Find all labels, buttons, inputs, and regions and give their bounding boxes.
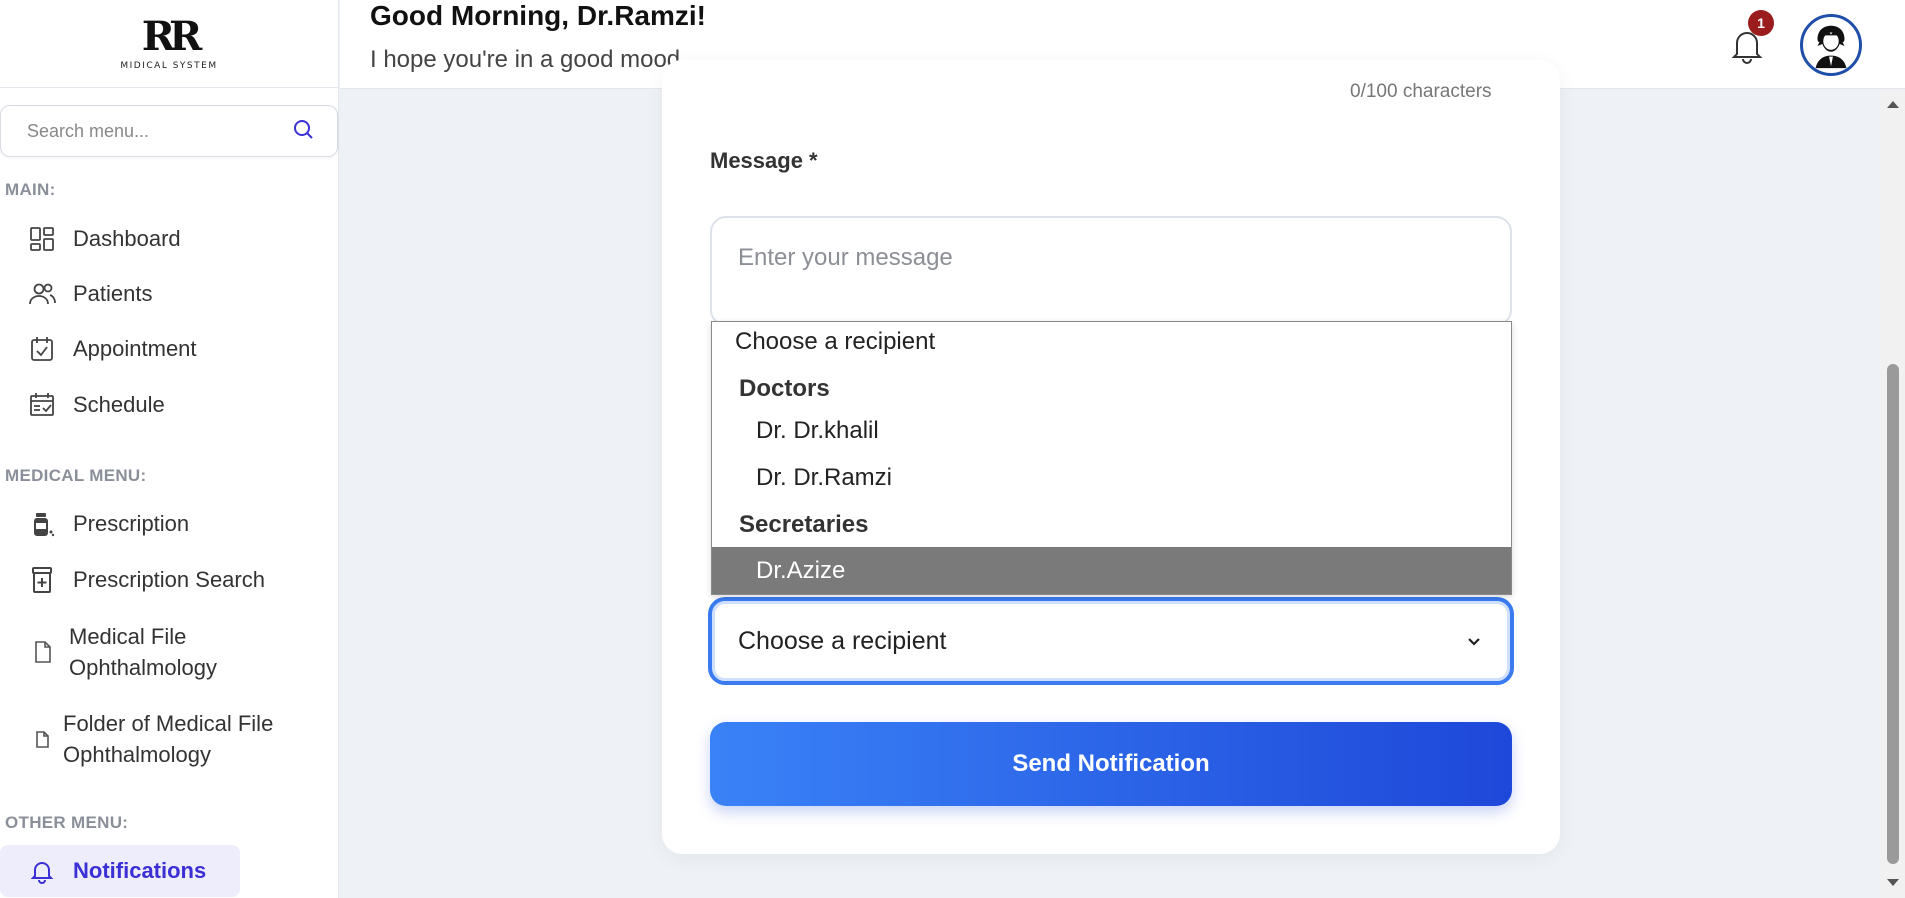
sidebar-item-label: Folder of Medical File Ophthalmology (63, 711, 274, 767)
bell-icon (27, 856, 57, 886)
search-icon[interactable] (291, 117, 315, 146)
sidebar-item-medical-file[interactable]: Medical File Ophthalmology (0, 620, 335, 684)
sidebar-item-notifications[interactable]: Notifications (0, 845, 240, 897)
pill-bottle-icon (27, 509, 57, 539)
message-field[interactable] (710, 216, 1512, 326)
dashboard-icon (27, 224, 57, 254)
section-title-main: MAIN: (5, 180, 56, 199)
medicine-box-icon (27, 565, 57, 595)
sidebar-item-folder-medical-file[interactable]: Folder of Medical File Ophthalmology (0, 707, 335, 771)
sidebar-item-schedule[interactable]: Schedule (0, 387, 335, 423)
send-notification-button[interactable]: Send Notification (710, 722, 1512, 806)
dropdown-option-label: Dr.Azize (756, 556, 846, 584)
sidebar-item-patients[interactable]: Patients (0, 276, 335, 312)
scrollbar-thumb[interactable] (1887, 364, 1899, 864)
schedule-icon (27, 390, 57, 420)
scroll-down-arrow-icon[interactable] (1887, 879, 1899, 886)
recipient-select-value: Choose a recipient (738, 626, 947, 655)
sidebar-item-label: Appointment (73, 336, 197, 361)
file-icon (27, 724, 57, 754)
section-title-medical: MEDICAL MENU: (5, 466, 147, 485)
dropdown-option-doctor[interactable]: Dr. Dr.Ramzi (756, 464, 1496, 492)
recipient-select[interactable]: Choose a recipient (709, 598, 1513, 684)
dropdown-option-secretary-highlighted[interactable]: Dr.Azize (712, 547, 1511, 594)
dropdown-option-placeholder[interactable]: Choose a recipient (735, 328, 1495, 356)
users-icon (27, 279, 57, 309)
dropdown-option-doctor[interactable]: Dr. Dr.khalil (756, 417, 1496, 445)
chevron-down-icon (1468, 638, 1480, 646)
sidebar-item-label: Notifications (73, 858, 207, 883)
sidebar-item-appointment[interactable]: Appointment (0, 331, 335, 367)
calendar-check-icon (27, 334, 57, 364)
search-menu (0, 105, 338, 157)
message-label: Message * (710, 148, 818, 173)
user-avatar-icon (1815, 25, 1847, 69)
recipient-dropdown-list: Choose a recipient Doctors Dr. Dr.khalil… (711, 321, 1512, 595)
logo-mark: RR (141, 12, 203, 60)
search-input[interactable] (27, 120, 291, 142)
sidebar-item-label: Medical File Ophthalmology (69, 624, 217, 680)
greeting-subtitle: I hope you're in a good mood (370, 46, 681, 73)
page-scrollbar[interactable] (1881, 89, 1905, 898)
avatar[interactable] (1800, 14, 1862, 76)
sidebar-item-label: Schedule (73, 392, 165, 417)
notification-count-badge: 1 (1748, 10, 1774, 36)
sidebar-item-dashboard[interactable]: Dashboard (0, 221, 335, 257)
character-counter: 0/100 characters (1350, 81, 1492, 102)
sidebar-item-prescription-search[interactable]: Prescription Search (0, 562, 335, 598)
logo-subtitle: MIDICAL SYSTEM (120, 60, 218, 71)
greeting-title: Good Morning, Dr.Ramzi! (370, 0, 706, 31)
sidebar-item-label: Prescription (73, 511, 190, 536)
logo[interactable]: RR MIDICAL SYSTEM (0, 0, 338, 88)
dropdown-group-secretaries: Secretaries (739, 511, 869, 538)
file-icon (27, 637, 57, 667)
scroll-up-arrow-icon[interactable] (1887, 101, 1899, 108)
dropdown-group-doctors: Doctors (739, 375, 830, 402)
sidebar-item-label: Patients (73, 281, 153, 306)
sidebar-item-label: Dashboard (73, 226, 181, 251)
sidebar-item-label: Prescription Search (73, 567, 265, 592)
sidebar-item-prescription[interactable]: Prescription (0, 506, 335, 542)
section-title-other: OTHER MENU: (5, 813, 129, 832)
